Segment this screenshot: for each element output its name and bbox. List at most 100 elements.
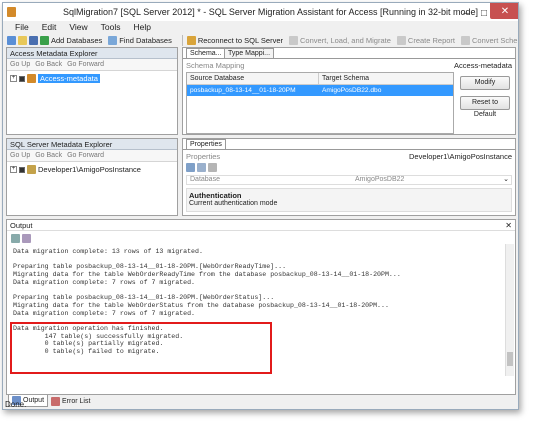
property-description: Authentication Current authentication mo… bbox=[186, 188, 512, 212]
convert-icon bbox=[289, 36, 299, 45]
error-list-icon bbox=[51, 396, 61, 406]
tab-divider bbox=[183, 149, 515, 150]
close-icon[interactable]: ✕ bbox=[505, 221, 512, 230]
sql-explorer-title: SQL Server Metadata Explorer bbox=[7, 139, 177, 150]
status-text: Done. bbox=[5, 400, 27, 409]
go-up-button[interactable]: Go Up bbox=[10, 152, 30, 159]
go-back-button[interactable]: Go Back bbox=[35, 61, 62, 68]
toolbar-separator bbox=[181, 35, 183, 46]
expand-icon[interactable]: + bbox=[10, 75, 17, 82]
reconnect-button[interactable]: Reconnect to SQL Server bbox=[186, 36, 283, 45]
tab-type-mapping[interactable]: Type Mappi... bbox=[224, 48, 275, 58]
reset-default-button[interactable]: Reset to Default bbox=[460, 96, 510, 118]
tab-divider bbox=[183, 58, 515, 59]
properties-context: Developer1\AmigoPosInstance bbox=[409, 152, 512, 161]
menu-tools[interactable]: Tools bbox=[101, 22, 121, 32]
tab-schema[interactable]: Schema... bbox=[186, 48, 226, 58]
access-explorer-title: Access Metadata Explorer bbox=[7, 48, 177, 59]
open-project-icon[interactable] bbox=[18, 36, 27, 45]
report-icon bbox=[396, 36, 406, 45]
sql-server-metadata-explorer: SQL Server Metadata Explorer Go Up Go Ba… bbox=[6, 138, 178, 216]
output-title: Output bbox=[7, 220, 515, 231]
convert-schema-button[interactable]: Convert Schema bbox=[461, 36, 518, 45]
description-text: Current authentication mode bbox=[189, 200, 278, 207]
create-report-button[interactable]: Create Report bbox=[396, 36, 455, 45]
tab-error-list[interactable]: Error List bbox=[48, 395, 93, 407]
properties-panel: Properties Properties Developer1\AmigoPo… bbox=[182, 138, 516, 216]
find-icon bbox=[108, 36, 118, 45]
output-toolbar bbox=[11, 234, 33, 243]
row-source-db: posbackup_08-13-14__01-18-20PM bbox=[190, 87, 296, 94]
property-row[interactable]: Database AmigoPosDB22 ⌄ bbox=[186, 175, 512, 185]
add-database-icon bbox=[40, 36, 49, 45]
app-icon bbox=[7, 7, 16, 17]
mapping-grid: Source Database Target Schema posbackup_… bbox=[186, 72, 454, 134]
window-title: SqlMigration7 [SQL Server 2012] * - SQL … bbox=[63, 7, 479, 17]
connect-icon bbox=[186, 36, 196, 45]
new-project-icon[interactable] bbox=[7, 36, 16, 45]
menu-help[interactable]: Help bbox=[133, 22, 150, 32]
go-back-button[interactable]: Go Back bbox=[35, 152, 62, 159]
properties-toolbar bbox=[186, 163, 219, 172]
close-button[interactable]: ✕ bbox=[490, 3, 518, 19]
menu-edit[interactable]: Edit bbox=[42, 22, 57, 32]
col-target-schema: Target Schema bbox=[319, 73, 453, 85]
categorized-icon[interactable] bbox=[186, 163, 195, 172]
tree-label: Developer1\AmigoPosInstance bbox=[38, 165, 141, 174]
scrollbar-thumb[interactable] bbox=[507, 352, 513, 366]
property-name: Database bbox=[190, 176, 220, 183]
app-window: SqlMigration7 [SQL Server 2012] * - SQL … bbox=[2, 2, 519, 410]
tree-checkbox[interactable] bbox=[19, 166, 25, 173]
highlight-box bbox=[10, 322, 272, 374]
chevron-down-icon[interactable]: ⌄ bbox=[503, 176, 509, 184]
log-line: Migrating data for the table WebOrderRea… bbox=[13, 271, 401, 279]
menu-view[interactable]: View bbox=[69, 22, 87, 32]
tree-checkbox[interactable] bbox=[19, 75, 25, 82]
tree-item-access-metadata[interactable]: + Access-metadata bbox=[7, 73, 177, 84]
clear-output-icon[interactable] bbox=[11, 234, 20, 243]
database-icon bbox=[27, 74, 36, 83]
toolbar: Add Databases Find Databases Reconnect t… bbox=[7, 34, 518, 47]
server-icon bbox=[27, 165, 36, 174]
wrap-icon[interactable] bbox=[22, 234, 31, 243]
output-panel: Output ✕ Data migration complete: 13 row… bbox=[6, 219, 516, 395]
schema-context: Access-metadata bbox=[454, 61, 512, 70]
access-explorer-nav: Go Up Go Back Go Forward bbox=[7, 59, 177, 71]
menu-bar: File Edit View Tools Help bbox=[15, 22, 164, 32]
log-line: Preparing table posbackup_08-13-14__01-1… bbox=[13, 294, 275, 302]
find-databases-button[interactable]: Find Databases bbox=[108, 36, 172, 45]
go-forward-button[interactable]: Go Forward bbox=[67, 152, 104, 159]
access-metadata-explorer: Access Metadata Explorer Go Up Go Back G… bbox=[6, 47, 178, 135]
row-target-schema: AmigoPosDB22.dbo bbox=[322, 87, 382, 94]
property-pages-icon[interactable] bbox=[208, 163, 217, 172]
menu-file[interactable]: File bbox=[15, 22, 29, 32]
property-value: AmigoPosDB22 bbox=[355, 176, 405, 183]
log-line: Data migration complete: 7 rows of 7 mig… bbox=[13, 309, 196, 317]
save-icon[interactable] bbox=[29, 36, 38, 45]
schema-mapping-label: Schema Mapping bbox=[186, 61, 245, 70]
output-scrollbar[interactable] bbox=[505, 244, 514, 376]
convert-load-migrate-button[interactable]: Convert, Load, and Migrate bbox=[289, 36, 391, 45]
schema-icon bbox=[461, 36, 471, 45]
tab-properties[interactable]: Properties bbox=[186, 139, 226, 149]
schema-mapping-panel: Schema... Type Mappi... Schema Mapping A… bbox=[182, 47, 516, 135]
sort-alpha-icon[interactable] bbox=[197, 163, 206, 172]
title-bar: SqlMigration7 [SQL Server 2012] * - SQL … bbox=[3, 3, 518, 21]
tree-label: Access-metadata bbox=[38, 74, 100, 83]
mapping-row[interactable]: posbackup_08-13-14__01-18-20PM AmigoPosD… bbox=[187, 85, 453, 96]
description-title: Authentication bbox=[189, 191, 242, 200]
go-up-button[interactable]: Go Up bbox=[10, 61, 30, 68]
add-databases-button[interactable]: Add Databases bbox=[40, 36, 102, 45]
log-line: Data migration complete: 13 rows of 13 m… bbox=[13, 248, 203, 255]
log-line: Migrating data for the table WebOrderSta… bbox=[13, 301, 389, 309]
log-line: Preparing table posbackup_08-13-14__01-1… bbox=[13, 263, 287, 271]
properties-label: Properties bbox=[186, 152, 221, 161]
expand-icon[interactable]: + bbox=[10, 166, 17, 173]
modify-button[interactable]: Modify bbox=[460, 76, 510, 90]
tree-item-sql-instance[interactable]: + Developer1\AmigoPosInstance bbox=[7, 164, 177, 175]
col-source-db: Source Database bbox=[187, 73, 319, 85]
go-forward-button[interactable]: Go Forward bbox=[67, 61, 104, 68]
log-line: Data migration complete: 7 rows of 7 mig… bbox=[13, 278, 196, 286]
